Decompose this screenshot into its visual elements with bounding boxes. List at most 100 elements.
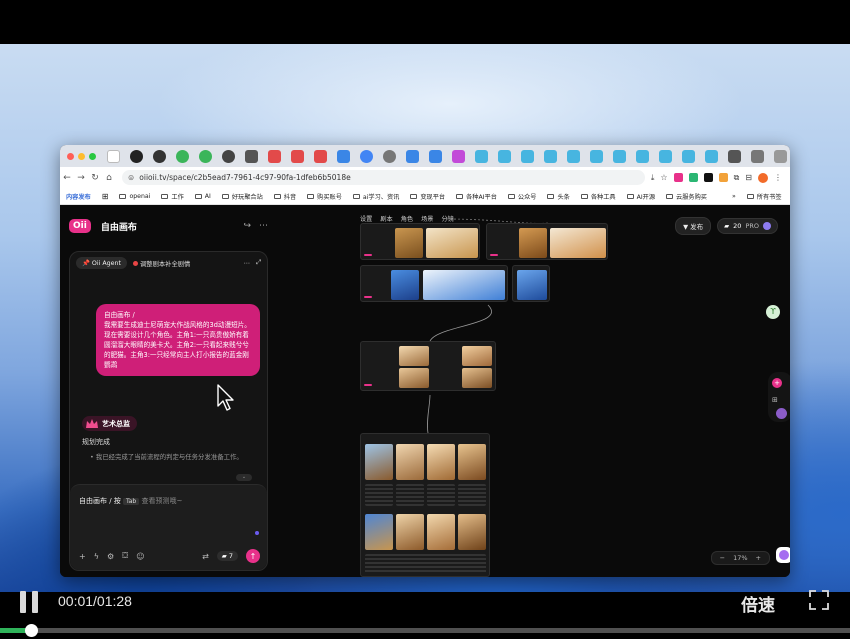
tab-google-icon[interactable] [360, 149, 373, 163]
tab-video-icon[interactable] [314, 149, 327, 163]
bookmark-folder[interactable]: ai学习、资讯 [352, 192, 399, 201]
forward-icon[interactable]: → [74, 173, 88, 183]
tab-bilibili-icon[interactable] [636, 149, 649, 163]
extension-icon[interactable] [688, 173, 698, 182]
more-icon[interactable]: ⋯ [259, 221, 268, 231]
bookmark-folder[interactable]: 变现平台 [410, 192, 445, 201]
profile-avatar[interactable] [758, 172, 768, 183]
tab-site-icon[interactable] [222, 149, 235, 163]
tab-oii-icon[interactable] [452, 149, 465, 163]
character-card-dog[interactable] [360, 223, 480, 260]
tab-bilibili-icon[interactable] [567, 149, 580, 163]
character-card-cat[interactable] [486, 223, 608, 260]
bookmark-folder[interactable]: 各种工具 [580, 192, 616, 201]
add-node-button[interactable]: + [772, 378, 782, 388]
zoom-out-button[interactable]: − [720, 554, 725, 562]
settings-icon[interactable]: ⚙ [107, 552, 114, 561]
extension-icon[interactable] [673, 173, 683, 182]
bookmarks-more-button[interactable]: » [732, 193, 736, 200]
bookmark-star-icon[interactable]: ☆ [660, 173, 667, 182]
emoji-icon[interactable]: ☺ [136, 552, 144, 561]
progress-bar[interactable] [0, 624, 850, 637]
add-icon[interactable]: + [79, 552, 86, 561]
tab-doc-icon[interactable] [429, 149, 442, 163]
bookmark-folder[interactable]: 好玩聚合站 [221, 192, 263, 201]
help-widget[interactable] [776, 547, 790, 563]
bookmark-folder[interactable]: AI开源 [626, 192, 655, 201]
tab-site-icon[interactable] [245, 149, 258, 163]
tab-bilibili-icon[interactable] [498, 149, 511, 163]
tab-doc-icon[interactable] [337, 149, 350, 163]
tab-video-icon[interactable] [291, 149, 304, 163]
tab-bilibili-icon[interactable] [475, 149, 488, 163]
tab-bilibili-icon[interactable] [613, 149, 626, 163]
prompt-input[interactable]: 自由画布 / 按 Tab 查看预测哦~ + ϟ ⚙ ⛋ ☺ ⇄ ▰ 7 ↑ [70, 484, 267, 570]
bookmark-folder[interactable]: 公众号 [507, 192, 536, 201]
home-icon[interactable]: ⌂ [102, 173, 116, 183]
tab-video-icon[interactable] [268, 149, 281, 163]
share-icon[interactable]: ↪ [243, 221, 251, 231]
credits-pill[interactable]: ▰ 7 [216, 551, 238, 561]
address-bar[interactable]: ⊜ oiioii.tv/space/c2b5ead7-7961-4c97-90f… [122, 170, 645, 185]
tab-download-icon[interactable] [751, 149, 764, 163]
maximize-window-icon[interactable] [89, 152, 96, 160]
zoom-in-button[interactable]: + [756, 554, 761, 562]
tab-github-icon[interactable] [153, 149, 166, 163]
bookmark-folder[interactable]: 云服务购买 [666, 192, 707, 201]
extensions-puzzle-icon[interactable]: ⧉ [734, 173, 740, 183]
bookmark-folder[interactable]: openai [119, 193, 150, 200]
progress-handle[interactable] [25, 624, 38, 637]
character-card-parrot[interactable] [360, 265, 508, 302]
lightning-icon[interactable]: ϟ [94, 552, 99, 561]
tab-list-icon[interactable] [107, 149, 120, 163]
tab-site-icon[interactable] [774, 149, 787, 163]
tab-bilibili-icon[interactable] [521, 149, 534, 163]
extension-icon[interactable] [703, 173, 713, 182]
bookmark-folder[interactable]: 各种AI平台 [456, 192, 497, 201]
agent-selector[interactable]: 📌 Oii Agent [76, 257, 127, 269]
download-icon[interactable]: ⤓ [651, 173, 655, 183]
extension-icon[interactable] [718, 173, 728, 182]
canvas-area[interactable]: 设置 剧本 角色 场景 分镜 ▼ 发布 ▰ 20 PRO ϒ + ⊞ − 17%… [268, 205, 790, 577]
bookmark-folder[interactable]: 头条 [547, 192, 570, 201]
zoom-level[interactable]: 17% [733, 554, 747, 562]
scroll-down-button[interactable]: ⌄ [236, 474, 252, 481]
swap-icon[interactable]: ⇄ [202, 552, 209, 561]
speed-button[interactable]: 倍速 [741, 591, 775, 616]
all-bookmarks-folder[interactable]: 所有书签 [746, 192, 782, 201]
user-avatar[interactable] [776, 408, 787, 419]
tab-bilibili-icon[interactable] [659, 149, 672, 163]
pause-button[interactable] [20, 591, 40, 613]
bookmark-folder[interactable]: AI [194, 193, 211, 200]
character-card-parrot-alt[interactable] [512, 265, 550, 302]
storyboard-card[interactable] [360, 433, 490, 577]
tab-camera-icon[interactable] [728, 149, 741, 163]
assistant-icon[interactable]: ϒ [766, 305, 780, 319]
more-icon[interactable]: ⋯ [244, 260, 250, 267]
bookmark-folder[interactable]: 抖音 [273, 192, 296, 201]
minimize-window-icon[interactable] [78, 152, 85, 160]
oii-logo[interactable]: Oii [69, 219, 91, 233]
grid-icon[interactable]: ⊞ [772, 396, 778, 404]
bookmark-folder[interactable]: 工作 [161, 192, 184, 201]
browser-menu-icon[interactable]: ⋮ [774, 173, 782, 182]
bookmark-content[interactable]: 内容发布 [66, 192, 91, 201]
fullscreen-icon[interactable] [808, 589, 830, 611]
tab-drive-icon[interactable] [176, 149, 189, 163]
tab-site-icon[interactable] [383, 149, 396, 163]
tab-drive-icon[interactable] [199, 149, 212, 163]
tab-bilibili-icon[interactable] [682, 149, 695, 163]
expand-icon[interactable]: ⤢ [256, 259, 261, 267]
scene-card[interactable] [360, 341, 496, 391]
assets-icon[interactable]: ⛋ [122, 551, 128, 561]
tab-bilibili-icon[interactable] [590, 149, 603, 163]
tab-bilibili-icon[interactable] [544, 149, 557, 163]
close-window-icon[interactable] [67, 152, 74, 160]
bookmark-folder[interactable]: 购买账号 [307, 192, 342, 201]
site-info-icon[interactable]: ⊜ [128, 173, 134, 182]
tab-bilibili-icon[interactable] [705, 149, 718, 163]
back-icon[interactable]: ← [60, 173, 74, 183]
tab-search-icon[interactable]: ⊟ [745, 173, 752, 182]
apps-grid-icon[interactable]: ⊞ [102, 192, 109, 201]
tab-doc-icon[interactable] [406, 149, 419, 163]
